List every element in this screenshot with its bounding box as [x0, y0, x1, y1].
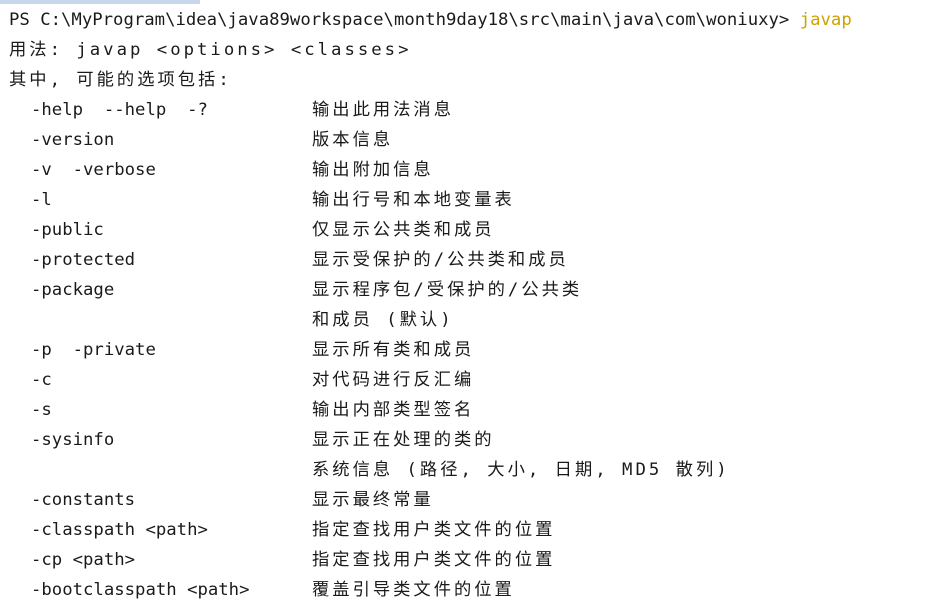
prompt-line: PS C:\MyProgram\idea\java89workspace\mon… [9, 5, 852, 35]
option-description: 显示受保护的/公共类和成员 [312, 250, 569, 270]
option-description: 指定查找用户类文件的位置 [312, 520, 556, 540]
option-description: 覆盖引导类文件的位置 [312, 580, 515, 600]
option-flag: -protected [31, 250, 136, 270]
option-flag: -constants [31, 490, 136, 510]
option-flag: -package [31, 280, 115, 300]
option-flag: -v -verbose [31, 160, 156, 180]
option-description: 显示所有类和成员 [312, 340, 475, 360]
option-flag: -bootclasspath <path> [31, 580, 250, 600]
option-flag: -public [31, 220, 104, 240]
option-description: 仅显示公共类和成员 [312, 220, 495, 240]
option-description-continued: 和成员 (默认) [312, 310, 454, 330]
terminal-output[interactable]: PS C:\MyProgram\idea\java89workspace\mon… [0, 0, 947, 602]
options-intro-line: 其中, 可能的选项包括: [9, 70, 232, 90]
option-description: 显示正在处理的类的 [312, 430, 495, 450]
option-description: 显示程序包/受保护的/公共类 [312, 280, 583, 300]
usage-line: 用法: javap <options> <classes> [9, 40, 412, 60]
option-description: 输出此用法消息 [312, 100, 454, 120]
option-flag: -c [31, 370, 52, 390]
prompt-path: PS C:\MyProgram\idea\java89workspace\mon… [9, 10, 800, 30]
option-flag: -help --help -? [31, 100, 208, 120]
option-description-continued: 系统信息 (路径, 大小, 日期, MD5 散列) [312, 460, 730, 480]
option-flag: -p -private [31, 340, 156, 360]
option-flag: -version [31, 130, 115, 150]
option-flag: -sysinfo [31, 430, 115, 450]
prompt-command: javap [799, 10, 852, 30]
option-description: 输出行号和本地变量表 [312, 190, 515, 210]
option-description: 指定查找用户类文件的位置 [312, 550, 556, 570]
option-description: 对代码进行反汇编 [312, 370, 475, 390]
option-flag: -l [31, 190, 52, 210]
option-flag: -s [31, 400, 52, 420]
option-description: 显示最终常量 [312, 490, 434, 510]
option-flag: -classpath <path> [31, 520, 208, 540]
option-description: 输出附加信息 [312, 160, 434, 180]
option-flag: -cp <path> [31, 550, 136, 570]
option-description: 版本信息 [312, 130, 394, 150]
option-description: 输出内部类型签名 [312, 400, 475, 420]
